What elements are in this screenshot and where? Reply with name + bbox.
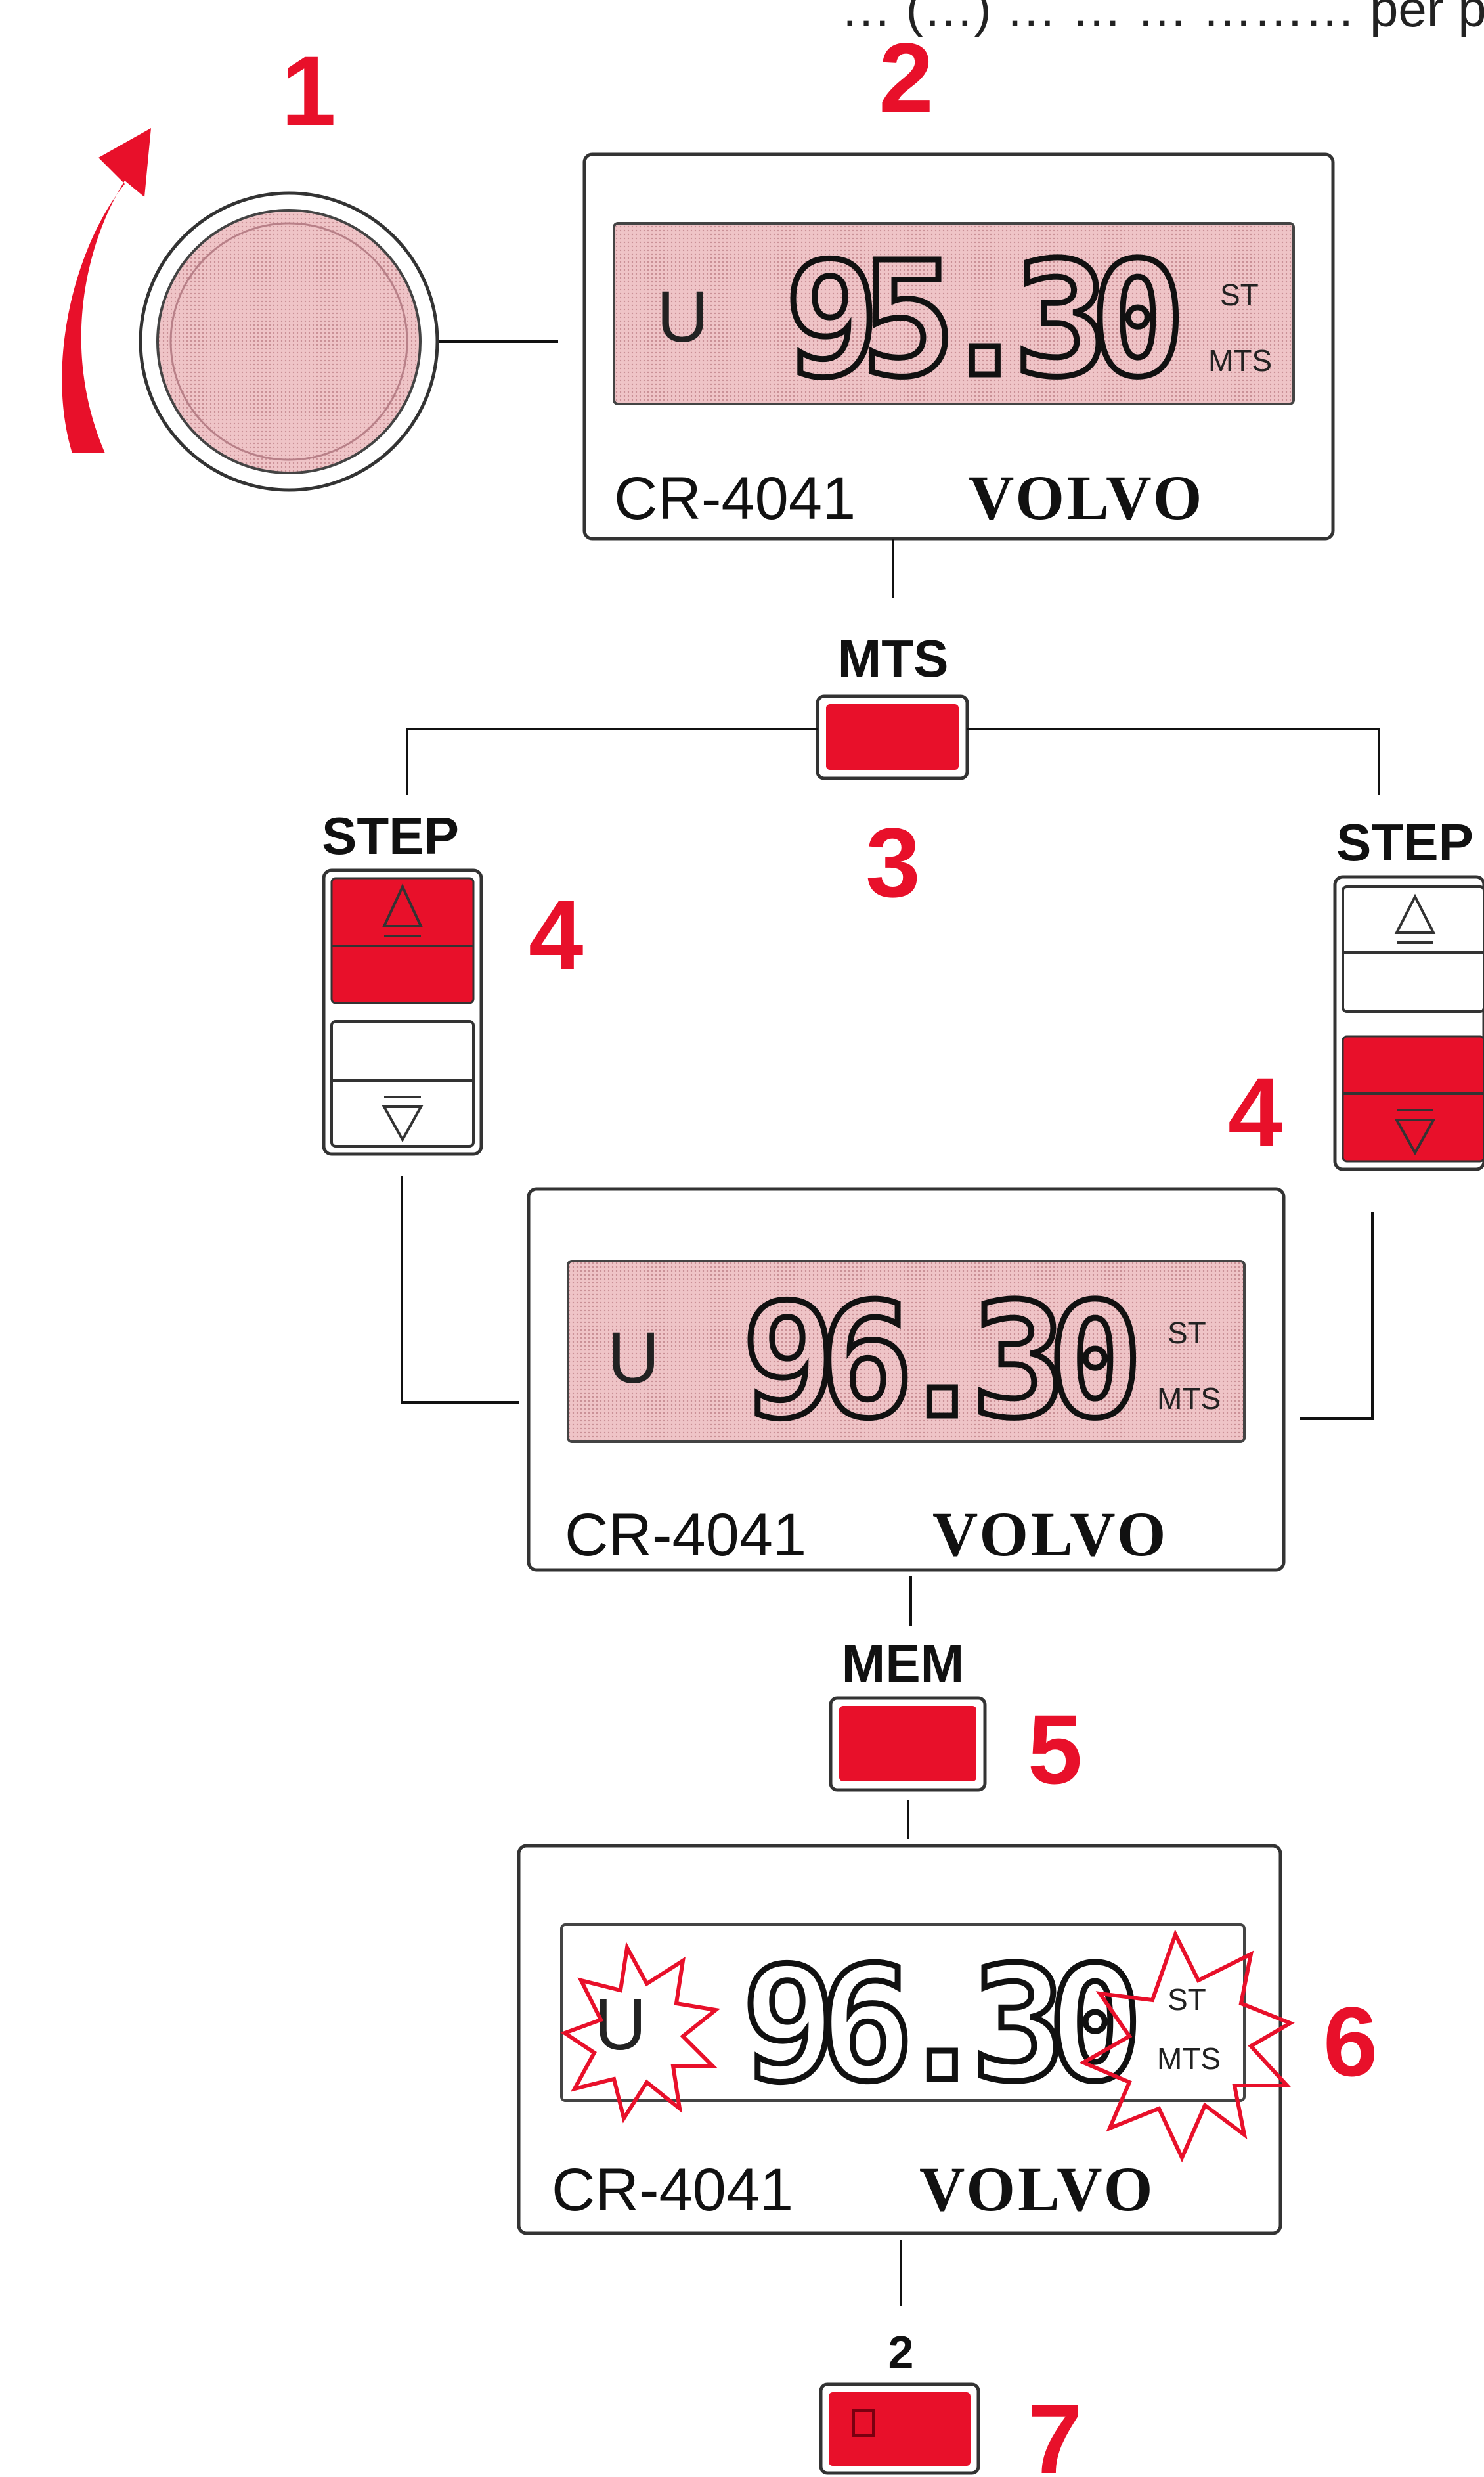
connector-line [401,1176,519,1404]
frequency-readout: 96.30 [742,1932,1143,2116]
mts-indicator: MTS [1208,344,1272,378]
model-label: CR-4041 [614,465,856,532]
band-indicator: U [594,1984,646,2065]
step-6-number: 6 [1323,1986,1378,2097]
radio-display-bottom: U 96.30 ST MTS CR-4041 VOLVO [517,1844,1282,2235]
step-1-number: 1 [281,35,336,146]
radio-diagram: … (…) … … … ……… per programknapp) 1 2 U … [62,0,1484,2477]
radio-display-middle: U 96.30 ST MTS CR-4041 VOLVO [527,1187,1286,1572]
frequency-readout: 96.30 [742,1269,1143,1453]
step-4-number-right: 4 [1228,1057,1282,1167]
connector-line [406,728,818,795]
step-3-number: 3 [865,807,920,918]
model-label: CR-4041 [552,2156,793,2223]
step-4-number-left: 4 [529,880,583,990]
mts-button-label: MTS [838,629,949,688]
brand-label: VOLVO [932,1499,1168,1569]
connector-line [967,728,1380,795]
mts-button[interactable] [816,694,969,780]
band-indicator: U [657,277,709,357]
band-indicator: U [607,1318,659,1398]
step-2-number: 2 [879,22,933,133]
connector-line [1300,1212,1374,1420]
caption-fragment: … (…) … … … ……… per programknapp) [840,0,1484,37]
step-5-number: 5 [1028,1694,1082,1804]
model-label: CR-4041 [565,1502,806,1569]
st-indicator: ST [1168,1316,1206,1350]
mem-button-label: MEM [842,1634,965,1693]
step-down-button-left[interactable] [330,1020,475,1148]
st-indicator: ST [1168,1982,1206,2017]
brand-label: VOLVO [919,2154,1155,2224]
volume-knob[interactable] [139,191,439,492]
brand-label: VOLVO [969,462,1204,533]
step-down-button-right[interactable] [1342,1035,1484,1163]
mem-button[interactable] [829,1696,987,1792]
mts-indicator: MTS [1157,1381,1221,1416]
step-left-label: STEP [322,807,459,865]
rotate-arrow-icon [62,128,152,453]
st-indicator: ST [1220,278,1259,312]
step-right-label: STEP [1336,813,1473,872]
frequency-readout: 95.30 [785,228,1185,412]
mts-indicator: MTS [1157,2042,1221,2076]
radio-display-top: U 95.30 ST MTS CR-4041 VOLVO [582,152,1335,541]
step-7-number: 7 [1028,2384,1082,2477]
preset-button[interactable] [819,2382,980,2475]
preset-button-label: 2 [888,2327,914,2378]
